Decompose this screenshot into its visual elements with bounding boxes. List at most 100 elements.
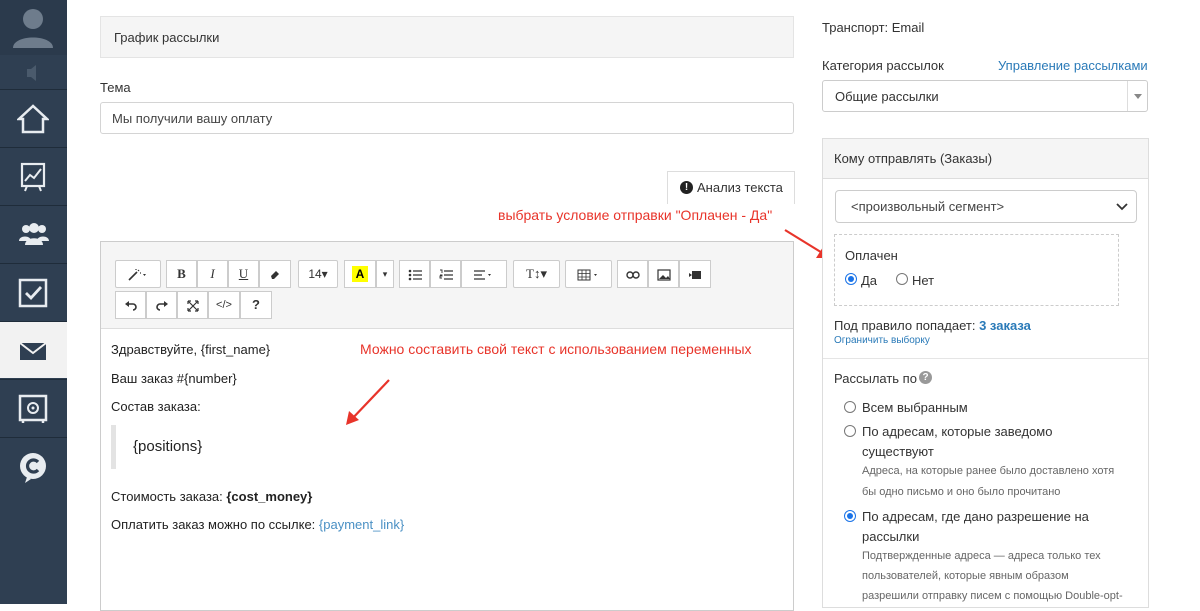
first-name-variable: {first_name} <box>200 342 271 357</box>
subject-input[interactable]: Мы получили вашу оплату <box>100 102 794 134</box>
divider <box>823 358 1148 359</box>
italic-button[interactable]: I <box>197 260 228 288</box>
subject-label: Тема <box>100 80 131 95</box>
text-color-button[interactable]: A <box>344 260 376 288</box>
category-select-value: Общие рассылки <box>835 89 939 104</box>
blockquote-bar <box>111 425 116 469</box>
sound-icon[interactable] <box>0 58 67 88</box>
help-circle-icon[interactable]: ? <box>919 371 932 384</box>
safe-icon <box>18 394 48 423</box>
cost-label: Стоимость заказа: <box>111 489 227 504</box>
code-view-button[interactable]: </> <box>208 291 240 319</box>
text-height-icon: T↕▾ <box>526 266 547 281</box>
paid-yes-label: Да <box>861 273 878 288</box>
text-style-button[interactable]: T↕▾ <box>513 260 560 288</box>
payment-link-variable[interactable]: {payment_link} <box>319 517 404 532</box>
checkbox-icon <box>18 278 48 308</box>
recipients-header: Кому отправлять (Заказы) <box>823 139 1148 179</box>
help-button[interactable]: ? <box>240 291 272 319</box>
sidebar <box>0 0 67 604</box>
user-avatar[interactable] <box>0 0 67 55</box>
paid-yes-radio[interactable] <box>845 273 857 285</box>
paid-no-radio[interactable] <box>896 273 908 285</box>
sidebar-item-tasks[interactable] <box>0 263 67 320</box>
sidebar-item-mailings[interactable] <box>0 321 67 378</box>
sidebar-item-brand[interactable] <box>0 437 67 494</box>
send-permitted-radio[interactable] <box>844 510 856 522</box>
expand-icon <box>186 299 199 312</box>
undo-icon <box>124 300 137 311</box>
text-analysis-label: Анализ текста <box>697 180 783 195</box>
rule-count-line: Под правило попадает: 3 заказа <box>834 318 1031 333</box>
underline-button[interactable]: U <box>228 260 259 288</box>
sidebar-item-home[interactable] <box>0 89 67 146</box>
paid-condition-box: Оплачен Да Нет <box>834 234 1119 306</box>
recipients-panel: Кому отправлять (Заказы) <произвольный с… <box>822 138 1149 608</box>
send-permitted-label-line1: По адресам, где дано разрешение на <box>862 509 1089 524</box>
send-to-label: Рассылать по <box>834 371 917 386</box>
bold-button[interactable]: B <box>166 260 197 288</box>
message-editor[interactable]: B I U 14▾ A ▾ T↕▾ </> ? Здравствуйте, {f… <box>100 241 794 611</box>
send-all-label: Всем выбранным <box>862 400 968 415</box>
annotation-arrow-editor <box>346 379 390 425</box>
cost-variable: {cost_money} <box>226 489 313 504</box>
payment-label: Оплатить заказ можно по ссылке: <box>111 517 319 532</box>
transport-label: Транспорт: Email <box>822 20 925 35</box>
subject-input-value: Мы получили вашу оплату <box>112 111 273 126</box>
limit-selection-link[interactable]: Ограничить выборку <box>834 335 930 346</box>
greeting-line: Здравствуйте, {first_name} <box>111 342 270 357</box>
order-line: Ваш заказ #{number} <box>111 371 237 386</box>
sidebar-item-contacts[interactable] <box>0 205 67 262</box>
sidebar-item-safe[interactable] <box>0 379 67 436</box>
schedule-section-header[interactable]: График рассылки <box>100 16 794 58</box>
exclamation-circle-icon: ! <box>680 181 693 194</box>
send-permitted-desc-line2: пользователей, которые явным образом <box>862 570 1069 582</box>
font-size-button[interactable]: 14▾ <box>298 260 338 288</box>
rule-count-value[interactable]: 3 заказа <box>979 318 1031 333</box>
link-button[interactable] <box>617 260 648 288</box>
greeting-text: Здравствуйте, <box>111 342 201 357</box>
paid-label: Оплачен <box>845 248 898 263</box>
clear-format-button[interactable] <box>259 260 291 288</box>
text-analysis-tab[interactable]: ! Анализ текста <box>667 171 795 204</box>
numbered-list-button[interactable] <box>430 260 461 288</box>
sidebar-item-analytics[interactable] <box>0 147 67 204</box>
align-left-icon <box>474 269 491 280</box>
payment-line: Оплатить заказ можно по ссылке: {payment… <box>111 517 404 532</box>
users-icon <box>19 223 49 245</box>
magic-wand-icon <box>128 268 146 281</box>
home-icon <box>17 104 49 134</box>
send-existing-desc-line2: бы одно письмо и оно было прочитано <box>862 486 1061 498</box>
redo-icon <box>155 300 168 311</box>
table-button[interactable] <box>565 260 612 288</box>
video-icon <box>689 270 701 279</box>
fullscreen-button[interactable] <box>177 291 208 319</box>
segment-select-value: <произвольный сегмент> <box>851 199 1005 214</box>
highlight-a-icon: A <box>352 266 368 282</box>
color-dropdown-button[interactable]: ▾ <box>376 260 394 288</box>
undo-button[interactable] <box>115 291 146 319</box>
segment-select[interactable]: <произвольный сегмент> <box>835 190 1137 223</box>
editor-toolbar: B I U 14▾ A ▾ T↕▾ </> ? <box>101 242 793 329</box>
bullet-list-button[interactable] <box>399 260 430 288</box>
category-select[interactable]: Общие рассылки <box>822 80 1148 112</box>
send-existing-radio[interactable] <box>844 425 856 437</box>
bullet-list-icon <box>408 269 422 280</box>
chart-icon <box>20 162 46 192</box>
eraser-icon <box>271 270 279 279</box>
image-icon <box>656 268 671 281</box>
send-existing-desc-line1: Адреса, на которые ранее было доставлено… <box>862 465 1115 477</box>
redo-button[interactable] <box>146 291 177 319</box>
image-button[interactable] <box>648 260 679 288</box>
send-existing-label-line2: существуют <box>862 444 934 459</box>
magic-wand-button[interactable] <box>115 260 161 288</box>
video-button[interactable] <box>679 260 711 288</box>
send-permitted-desc-line3: разрешили отправку писем с помощью Doubl… <box>862 590 1123 602</box>
send-all-radio[interactable] <box>844 401 856 413</box>
envelope-icon <box>19 342 47 360</box>
manage-mailings-link[interactable]: Управление рассылками <box>998 58 1148 73</box>
schedule-header-label: График рассылки <box>114 30 220 45</box>
align-button[interactable] <box>461 260 507 288</box>
send-existing-label-line1: По адресам, которые заведомо <box>862 424 1053 439</box>
positions-variable: {positions} <box>133 438 203 455</box>
